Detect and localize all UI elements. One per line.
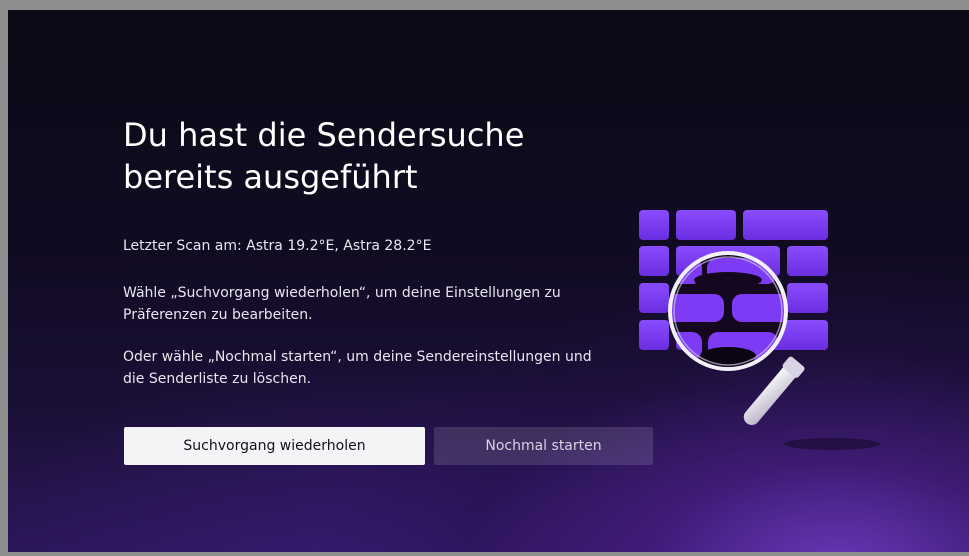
repeat-scan-hint: Wähle „Suchvorgang wiederholen“, um dein… [123, 285, 561, 323]
last-scan-info: Letzter Scan am: Astra 19.2°E, Astra 28.… [123, 238, 432, 254]
restart-scan-hint: Oder wähle „Nochmal starten“, um deine S… [123, 349, 592, 387]
tv-frame: Du hast die Sendersuche bereits ausgefüh… [0, 0, 969, 556]
repeat-scan-button[interactable]: Suchvorgang wiederholen [124, 427, 425, 465]
channel-search-magnifier-icon [632, 206, 882, 456]
page-title: Du hast die Sendersuche bereits ausgefüh… [123, 116, 525, 196]
restart-button[interactable]: Nochmal starten [434, 427, 653, 465]
channel-scan-screen: Du hast die Sendersuche bereits ausgefüh… [8, 10, 969, 552]
